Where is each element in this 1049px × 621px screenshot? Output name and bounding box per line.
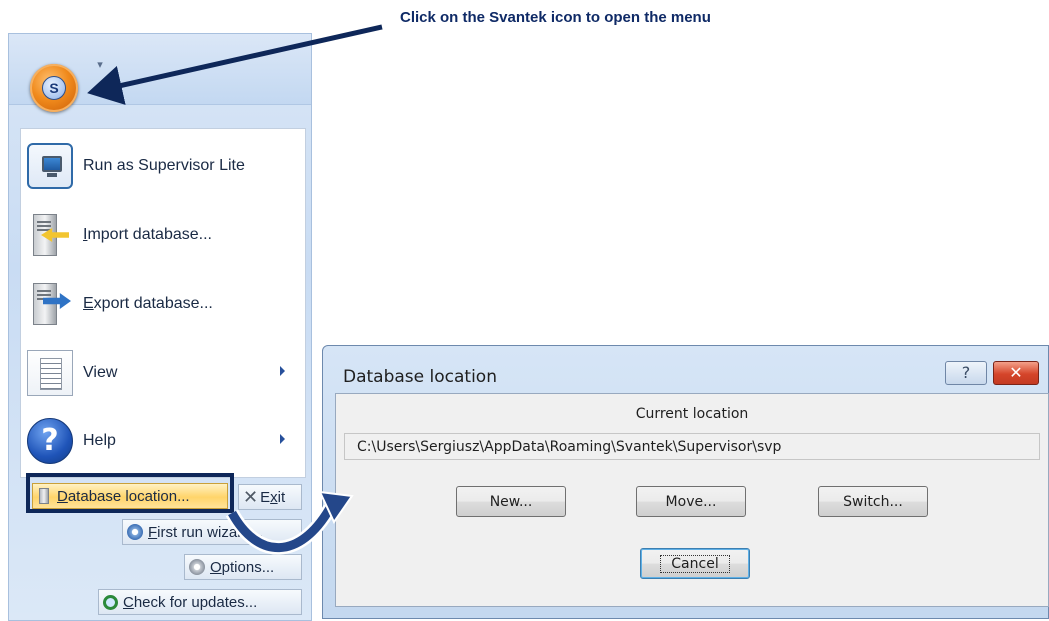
document-view-icon <box>27 350 73 396</box>
menu-item-view[interactable]: View <box>27 344 297 402</box>
help-icon: ? <box>27 418 73 464</box>
new-button[interactable]: New... <box>456 486 566 517</box>
svantek-menu-button[interactable]: S <box>30 64 78 112</box>
submenu-arrow-icon <box>280 434 285 444</box>
close-icon: ✕ <box>243 486 259 507</box>
first-run-wizard-button[interactable]: First run wizard... <box>122 519 302 545</box>
application-menu-panel: Run as Supervisor Lite Import database..… <box>20 128 306 478</box>
dialog-close-button[interactable]: ✕ <box>993 361 1039 385</box>
magnifier-icon <box>103 594 118 610</box>
menu-item-export-database[interactable]: Export database... <box>27 275 297 333</box>
menu-item-run-as-supervisor-lite[interactable]: Run as Supervisor Lite <box>27 137 297 195</box>
check-for-updates-label: Check for updates... <box>123 593 258 611</box>
check-for-updates-button[interactable]: Check for updates... <box>98 589 302 615</box>
menu-item-label: Import database... <box>83 226 212 243</box>
svantek-logo-icon: S <box>42 76 66 100</box>
database-location-dialog: Database location ? ✕ Current location C… <box>322 345 1049 619</box>
menu-item-label: Run as Supervisor Lite <box>83 157 245 174</box>
menu-item-import-database[interactable]: Import database... <box>27 206 297 264</box>
exit-button[interactable]: ✕ Exit <box>238 484 302 510</box>
menu-item-label: Export database... <box>83 295 213 312</box>
move-button[interactable]: Move... <box>636 486 746 517</box>
cancel-button[interactable]: Cancel <box>640 548 750 579</box>
instruction-callout: Click on the Svantek icon to open the me… <box>400 9 711 26</box>
gear-icon <box>189 559 205 575</box>
submenu-arrow-icon <box>280 366 285 376</box>
dialog-body: Current location C:\Users\Sergiusz\AppDa… <box>335 393 1049 607</box>
dialog-title: Database location <box>343 367 497 387</box>
options-button[interactable]: Options... <box>184 554 302 580</box>
options-label: Options... <box>210 558 275 576</box>
cancel-label: Cancel <box>660 554 730 573</box>
current-location-label: Current location <box>635 406 749 422</box>
dialog-help-button[interactable]: ? <box>945 361 987 385</box>
import-database-icon <box>27 212 73 258</box>
monitor-icon <box>27 143 73 189</box>
menu-item-label: View <box>83 364 118 381</box>
quick-access-dropdown-icon[interactable]: ▾ <box>93 59 107 72</box>
database-location-highlight <box>26 473 234 513</box>
first-run-wizard-label: First run wizard... <box>148 523 264 541</box>
wizard-gear-icon <box>127 524 143 540</box>
menu-item-label: Help <box>83 432 116 449</box>
current-path-field: C:\Users\Sergiusz\AppData\Roaming\Svante… <box>344 433 1040 460</box>
menu-item-help[interactable]: ? Help <box>27 412 297 470</box>
exit-label: Exit <box>260 488 286 506</box>
export-database-icon <box>27 281 73 327</box>
switch-button[interactable]: Switch... <box>818 486 928 517</box>
